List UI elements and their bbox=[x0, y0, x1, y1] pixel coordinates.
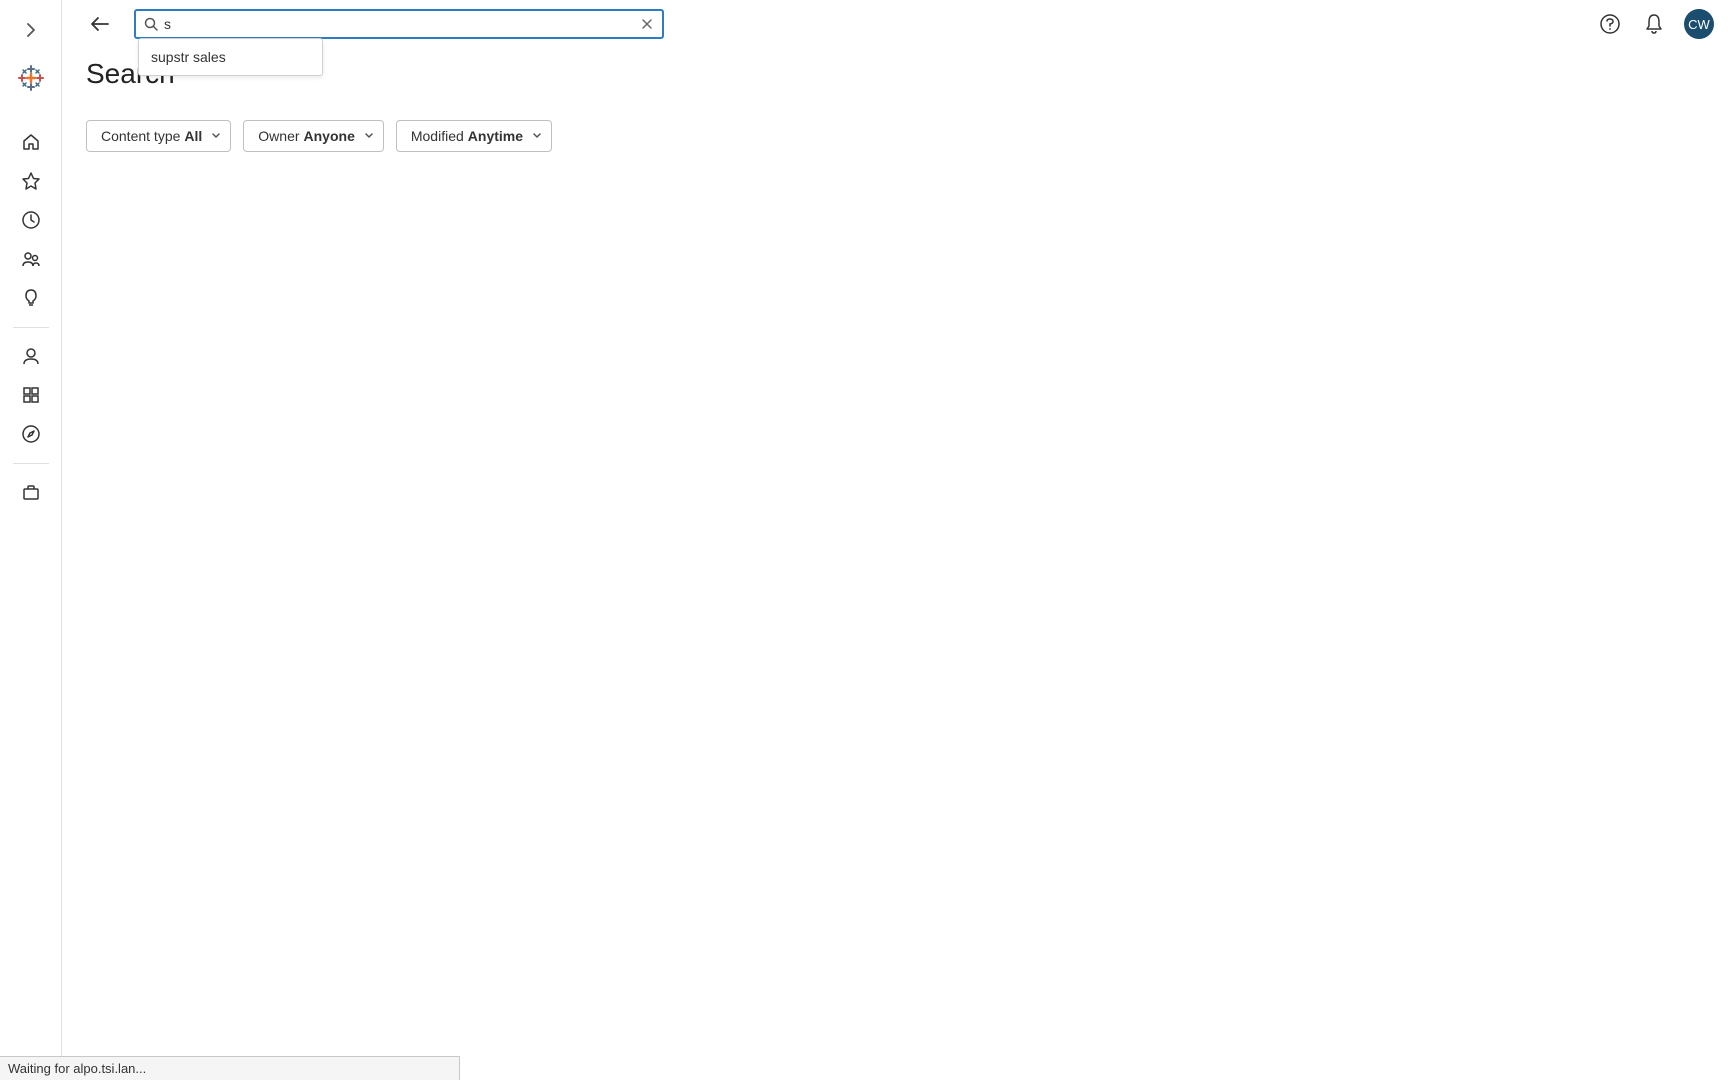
lightbulb-icon bbox=[21, 288, 41, 308]
sidebar-item-home[interactable] bbox=[15, 126, 47, 158]
caret-down-icon bbox=[212, 133, 220, 139]
filter-value: Anyone bbox=[304, 128, 355, 144]
sidebar-divider-2 bbox=[13, 463, 49, 464]
tableau-logo[interactable] bbox=[17, 64, 45, 92]
filter-row: Content type All Owner Anyone Modified A… bbox=[86, 120, 1728, 152]
page-title: Search bbox=[86, 58, 1728, 90]
people-icon bbox=[21, 249, 41, 269]
home-icon bbox=[21, 132, 41, 152]
arrow-left-icon bbox=[90, 16, 110, 32]
compass-icon bbox=[21, 424, 41, 444]
sidebar-expand-button[interactable] bbox=[15, 14, 47, 46]
person-icon bbox=[21, 346, 41, 366]
search-box[interactable] bbox=[134, 9, 664, 39]
search-clear-button[interactable] bbox=[638, 15, 656, 33]
help-icon bbox=[1599, 13, 1621, 35]
filter-label: Owner bbox=[258, 128, 299, 144]
sidebar-item-external-assets[interactable] bbox=[15, 476, 47, 508]
status-bar: Waiting for alpo.tsi.lan... bbox=[0, 1056, 460, 1080]
briefcase-icon bbox=[21, 482, 41, 502]
grid-icon bbox=[21, 385, 41, 405]
filter-label: Content type bbox=[101, 128, 180, 144]
sidebar-item-favorites[interactable] bbox=[15, 165, 47, 197]
caret-down-icon bbox=[533, 133, 541, 139]
tableau-logo-icon bbox=[18, 65, 44, 91]
filter-content-type[interactable]: Content type All bbox=[86, 120, 231, 152]
filter-label: Modified bbox=[411, 128, 464, 144]
bell-icon bbox=[1644, 13, 1664, 35]
star-icon bbox=[21, 171, 41, 191]
caret-down-icon bbox=[365, 133, 373, 139]
sidebar-divider bbox=[13, 327, 49, 328]
sidebar-item-recommendations[interactable] bbox=[15, 282, 47, 314]
filter-value: All bbox=[184, 128, 202, 144]
sidebar-item-shared[interactable] bbox=[15, 243, 47, 275]
back-button[interactable] bbox=[84, 8, 116, 40]
sidebar-item-personal-space[interactable] bbox=[15, 340, 47, 372]
search-input[interactable] bbox=[164, 16, 638, 32]
chevron-right-icon bbox=[26, 23, 36, 37]
notifications-button[interactable] bbox=[1638, 8, 1670, 40]
close-icon bbox=[641, 18, 653, 30]
status-text: Waiting for alpo.tsi.lan... bbox=[8, 1061, 146, 1076]
search-icon bbox=[144, 17, 158, 31]
help-button[interactable] bbox=[1594, 8, 1626, 40]
search-suggestions-dropdown: supstr sales bbox=[138, 38, 323, 76]
sidebar-item-collections[interactable] bbox=[15, 379, 47, 411]
sidebar-item-recents[interactable] bbox=[15, 204, 47, 236]
user-avatar[interactable]: CW bbox=[1684, 9, 1714, 39]
filter-modified[interactable]: Modified Anytime bbox=[396, 120, 552, 152]
filter-owner[interactable]: Owner Anyone bbox=[243, 120, 384, 152]
left-sidebar bbox=[0, 0, 62, 1080]
filter-value: Anytime bbox=[468, 128, 523, 144]
sidebar-item-explore[interactable] bbox=[15, 418, 47, 450]
clock-icon bbox=[21, 210, 41, 230]
suggestion-item[interactable]: supstr sales bbox=[139, 39, 322, 75]
main-content: Search Content type All Owner Anyone Mod… bbox=[86, 58, 1728, 152]
